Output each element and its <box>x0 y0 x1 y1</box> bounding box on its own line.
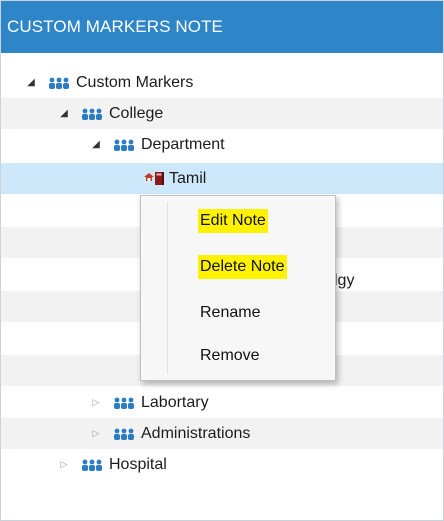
tree-node-label: Labortary <box>141 393 209 411</box>
menu-item-rename[interactable]: Rename <box>198 301 262 325</box>
menu-item-edit-note[interactable]: Edit Note <box>198 209 268 233</box>
tree-node-label: Tamil <box>169 169 207 187</box>
expand-arrow-icon[interactable]: ◢ <box>24 76 38 90</box>
menu-item-remove[interactable]: Remove <box>198 344 262 368</box>
panel-title: CUSTOM MARKERS NOTE <box>1 1 443 53</box>
tree-node-department[interactable]: ◢ Department <box>1 129 443 160</box>
menu-item-delete-note[interactable]: Delete Note <box>198 255 287 279</box>
people-group-icon <box>49 77 69 89</box>
expand-arrow-icon[interactable]: ◢ <box>89 138 103 152</box>
custom-markers-note-panel: CUSTOM MARKERS NOTE ◢ Custom Markers ◢ C… <box>0 0 444 521</box>
partially-hidden-node-label: lgy <box>334 272 355 289</box>
people-group-icon <box>82 108 102 120</box>
note-marker-icon <box>144 171 164 185</box>
tree-node-tamil[interactable]: Tamil <box>1 163 443 194</box>
people-group-icon <box>114 397 134 409</box>
context-menu: Edit Note Delete Note Rename Remove <box>140 195 336 381</box>
collapse-arrow-icon[interactable]: ▷ <box>89 396 103 410</box>
tree-node-label: Administrations <box>141 424 251 442</box>
expand-arrow-icon[interactable]: ◢ <box>57 107 71 121</box>
tree-node-hospital[interactable]: ▷ Hospital <box>1 449 443 480</box>
people-group-icon <box>114 139 134 151</box>
tree-node-labortary[interactable]: ▷ Labortary <box>1 387 443 418</box>
tree-node-college[interactable]: ◢ College <box>1 98 443 129</box>
tree-node-administrations[interactable]: ▷ Administrations <box>1 418 443 449</box>
tree-node-label: Hospital <box>109 455 167 473</box>
menu-separator <box>167 202 168 374</box>
people-group-icon <box>82 459 102 471</box>
collapse-arrow-icon[interactable]: ▷ <box>57 458 71 472</box>
people-group-icon <box>114 428 134 440</box>
tree-node-label: Department <box>141 135 225 153</box>
collapse-arrow-icon[interactable]: ▷ <box>89 427 103 441</box>
tree-node-label: Custom Markers <box>76 73 194 91</box>
tree-node-label: College <box>109 104 164 122</box>
tree-node-custom-markers[interactable]: ◢ Custom Markers <box>1 67 443 98</box>
